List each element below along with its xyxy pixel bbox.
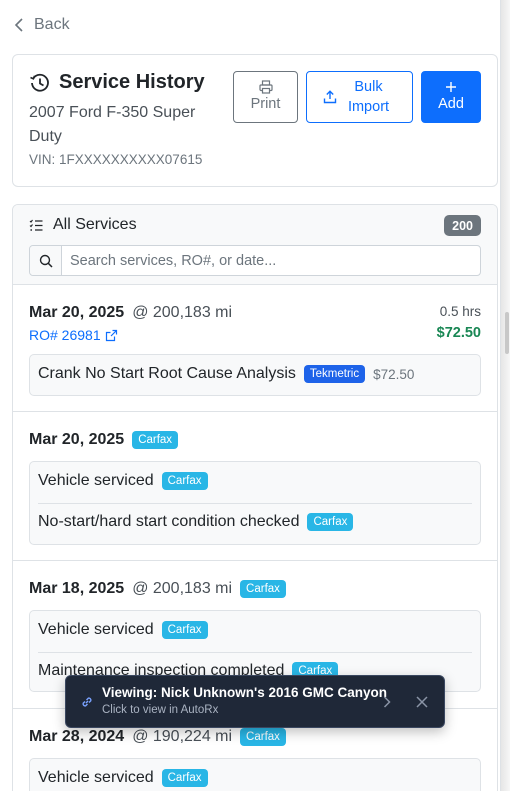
- history-clock-icon: [30, 73, 49, 92]
- service-entry[interactable]: Mar 20, 2025 @ 200,183 mi RO# 26981 0.5 …: [13, 285, 497, 412]
- service-history-pane: Back Service History 2007 Ford F-350 Sup…: [0, 0, 501, 791]
- services-list-title-text: All Services: [53, 216, 137, 233]
- service-entry-header: Mar 20, 2025 @ 200,183 mi: [29, 304, 232, 322]
- item-divider: [38, 652, 472, 653]
- add-service-button[interactable]: Add: [421, 71, 481, 123]
- plus-icon: [446, 82, 456, 92]
- service-date: Mar 20, 2025: [29, 304, 125, 321]
- service-item: No-start/hard start condition checked Ca…: [38, 513, 472, 531]
- viewing-vehicle-toast[interactable]: Viewing: Nick Unknown's 2016 GMC Canyon …: [65, 675, 445, 728]
- back-label: Back: [34, 16, 70, 33]
- link-icon: [82, 697, 92, 707]
- service-item: Vehicle serviced Carfax: [38, 621, 472, 639]
- repair-order-number: RO# 26981: [29, 327, 101, 343]
- external-link-icon: [105, 329, 117, 341]
- search-icon-box: [30, 246, 62, 275]
- labor-hours: 0.5 hrs: [439, 304, 481, 319]
- service-total-cost: $72.50: [436, 325, 481, 341]
- service-item-name: Vehicle serviced: [38, 769, 154, 786]
- vehicle-vin: VIN: 1FXXXXXXXXXX07615: [29, 152, 203, 167]
- service-item: Vehicle serviced Carfax: [38, 769, 472, 787]
- back-link[interactable]: Back: [14, 14, 70, 36]
- service-items-box: Vehicle serviced Carfax: [29, 758, 481, 791]
- services-count-badge: 200: [444, 215, 481, 236]
- service-item-name: Vehicle serviced: [38, 621, 154, 638]
- service-mileage: @ 190,224 mi: [132, 728, 233, 745]
- printer-icon: [258, 80, 273, 94]
- page-title: Service History: [59, 71, 205, 93]
- source-badge-tekmetric: Tekmetric: [303, 365, 366, 383]
- services-list-title: All Services: [29, 216, 137, 234]
- service-item-amount: $72.50: [373, 366, 415, 382]
- chevron-left-icon: [14, 18, 23, 32]
- service-date: Mar 18, 2025: [29, 580, 125, 597]
- scrollbar-thumb[interactable]: [505, 312, 509, 354]
- add-label: Add: [438, 96, 464, 112]
- source-badge-carfax: Carfax: [161, 472, 208, 490]
- services-list-header: All Services 200: [13, 205, 497, 285]
- toast-title: Viewing: Nick Unknown's 2016 GMC Canyon: [102, 685, 388, 700]
- service-entry-header: Mar 28, 2024 @ 190,224 mi Carfax: [29, 728, 286, 746]
- service-items-box: Crank No Start Root Cause Analysis Tekme…: [29, 354, 481, 396]
- service-entry[interactable]: Mar 20, 2025 Carfax Vehicle serviced Car…: [13, 412, 497, 561]
- service-mileage: @ 200,183 mi: [132, 304, 233, 321]
- list-icon: [29, 219, 43, 231]
- source-badge-carfax: Carfax: [132, 431, 179, 449]
- source-badge-carfax: Carfax: [161, 769, 208, 787]
- source-badge-carfax: Carfax: [307, 513, 354, 531]
- service-item-name: Vehicle serviced: [38, 472, 154, 489]
- print-button[interactable]: Print: [233, 71, 298, 123]
- bulk-import-button[interactable]: Bulk Import: [306, 71, 413, 123]
- service-item-name: Crank No Start Root Cause Analysis: [38, 365, 296, 382]
- source-badge-carfax: Carfax: [240, 580, 286, 598]
- service-mileage: @ 200,183 mi: [132, 580, 233, 597]
- services-search: [29, 245, 481, 276]
- close-icon[interactable]: [415, 695, 429, 709]
- vehicle-name: 2007 Ford F-350 Super Duty: [29, 104, 196, 145]
- bulk-import-label: Bulk Import: [347, 79, 390, 115]
- source-badge-carfax: Carfax: [161, 621, 208, 639]
- upload-icon: [323, 90, 336, 104]
- service-item-name: No-start/hard start condition checked: [38, 513, 300, 530]
- search-icon: [39, 254, 53, 268]
- toast-subtitle: Click to view in AutoRx: [102, 704, 219, 716]
- item-divider: [38, 503, 472, 504]
- service-date: Mar 28, 2024: [29, 728, 125, 745]
- repair-order-link[interactable]: RO# 26981: [29, 327, 118, 343]
- source-badge-carfax: Carfax: [240, 728, 286, 746]
- vehicle-header-card: Service History 2007 Ford F-350 Super Du…: [12, 54, 498, 187]
- service-entry-header: Mar 20, 2025 Carfax: [29, 431, 179, 449]
- chevron-right-icon[interactable]: [382, 695, 392, 709]
- title-row: Service History: [29, 71, 205, 94]
- service-date: Mar 20, 2025: [29, 431, 125, 448]
- service-items-box: Vehicle serviced Carfax No-start/hard st…: [29, 461, 481, 545]
- print-label: Print: [250, 96, 281, 112]
- pane-edge: [501, 0, 510, 791]
- service-item: Vehicle serviced Carfax: [38, 472, 472, 490]
- service-item: Crank No Start Root Cause Analysis Tekme…: [38, 365, 472, 383]
- service-entry-header: Mar 18, 2025 @ 200,183 mi Carfax: [29, 580, 286, 598]
- services-search-input[interactable]: [62, 246, 480, 275]
